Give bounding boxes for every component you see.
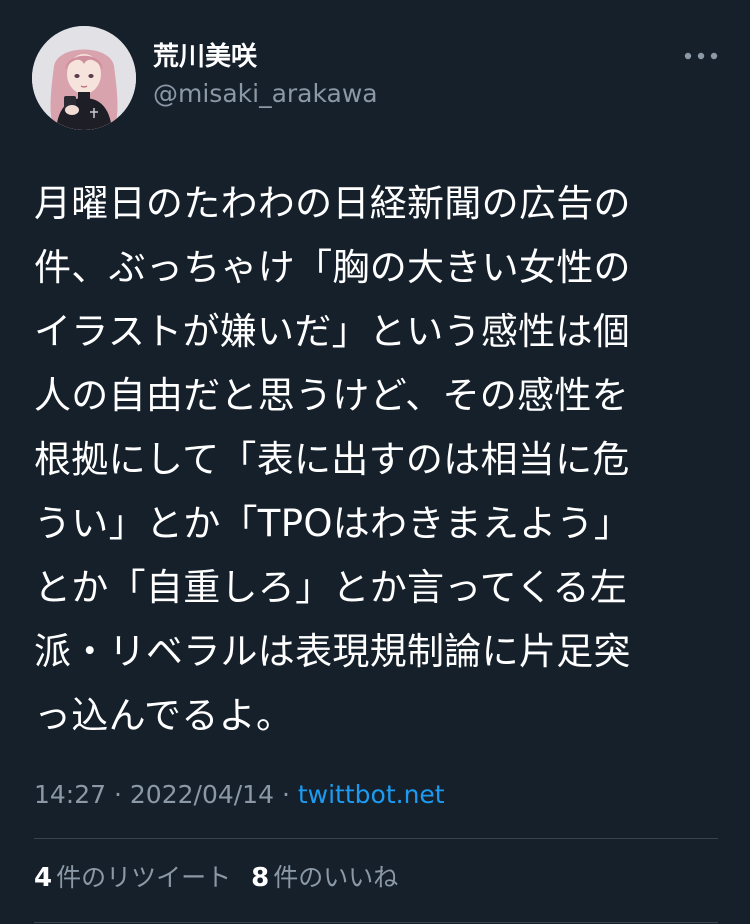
retweets-label: 件のリツイート xyxy=(56,863,232,892)
avatar-illustration-icon xyxy=(32,26,136,130)
divider xyxy=(34,838,718,839)
retweets-stat[interactable]: 4 件のリツイート xyxy=(34,860,231,896)
divider xyxy=(34,922,718,923)
tweet-source-link[interactable]: twittbot.net xyxy=(298,780,445,809)
tweet-meta: 14:27 · 2022/04/14 · twittbot.net xyxy=(34,778,445,812)
tweet-text: 月曜日のたわわの日経新聞の広告の 件、ぶっちゃけ「胸の大きい女性の イラストが嫌… xyxy=(34,182,632,737)
likes-stat[interactable]: 8 件のいいね xyxy=(251,860,398,896)
meta-separator: · xyxy=(281,780,290,809)
more-options-button[interactable] xyxy=(680,44,722,68)
likes-label: 件のいいね xyxy=(273,863,399,892)
tweet-date[interactable]: 2022/04/14 xyxy=(130,780,274,809)
username-handle[interactable]: @misaki_arakawa xyxy=(153,78,378,110)
engagement-stats: 4 件のリツイート 8 件のいいね xyxy=(34,860,398,896)
likes-count: 8 xyxy=(251,863,270,893)
more-horizontal-icon xyxy=(684,52,718,60)
avatar[interactable] xyxy=(32,26,136,130)
display-name[interactable]: 荒川美咲 xyxy=(153,40,257,74)
retweets-count: 4 xyxy=(34,863,53,893)
meta-separator: · xyxy=(114,780,122,809)
tweet-detail: 荒川美咲 @misaki_arakawa 月曜日のたわわの日経新聞の広告の 件、… xyxy=(0,0,750,924)
tweet-time[interactable]: 14:27 xyxy=(34,780,106,809)
